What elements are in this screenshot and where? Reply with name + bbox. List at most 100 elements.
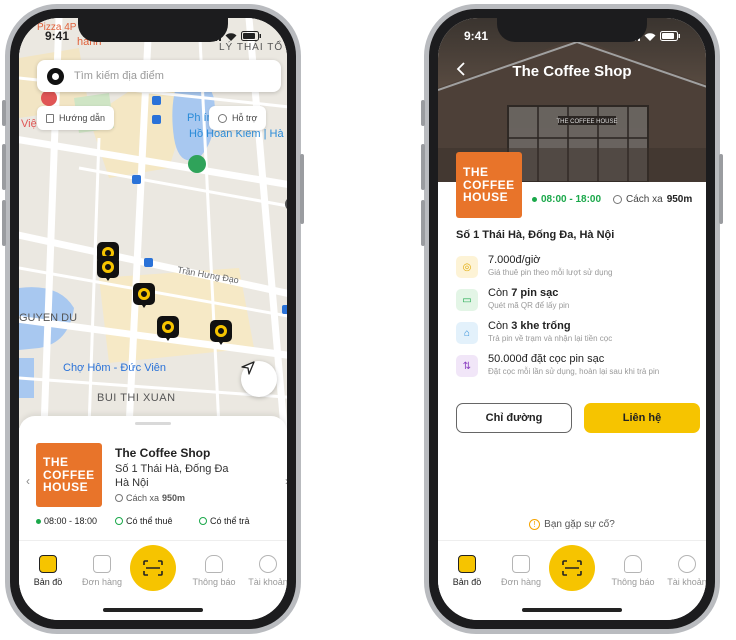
home-indicator <box>103 608 203 612</box>
scan-icon <box>562 560 582 576</box>
tab-account-label: Tài khoản <box>667 577 706 587</box>
contact-button[interactable]: Liên hệ <box>584 403 700 433</box>
map-icon <box>458 555 476 573</box>
chevron-right-icon[interactable]: › <box>285 474 287 488</box>
mute-switch <box>2 100 6 126</box>
guide-chip-label: Hướng dẫn <box>59 113 105 123</box>
map-label-viet: Việ <box>21 118 37 130</box>
station-pin[interactable] <box>97 256 119 282</box>
support-chip[interactable]: Hỗ trợ <box>209 106 267 130</box>
notch <box>497 18 647 42</box>
hours-text: 08:00 - 18:00 <box>541 194 602 205</box>
store-logo: THE COFFEE HOUSE <box>456 152 522 218</box>
search-input[interactable]: Tìm kiếm địa điểm <box>74 70 164 82</box>
volume-up-button <box>2 144 6 190</box>
sheet-grabber[interactable] <box>135 422 171 425</box>
transfer-icon: ⇅ <box>456 355 478 377</box>
bell-icon <box>205 555 223 573</box>
info-price-title: 7.000đ/giờ <box>488 254 541 266</box>
scan-qr-button[interactable] <box>549 545 595 591</box>
station-name: The Coffee Shop <box>115 446 211 460</box>
chevron-left-icon[interactable]: ‹ <box>26 474 30 488</box>
power-button <box>300 154 304 224</box>
station-distance: Cách xa 950m <box>613 194 692 205</box>
station-pin[interactable] <box>210 320 232 346</box>
map-screen: 9:41 Pizza 4P hanh LÝ THÁI TỔ Việ Ph ím … <box>19 18 287 620</box>
tab-account[interactable]: Tài khoản <box>662 555 706 587</box>
tab-map[interactable]: Bản đồ <box>442 555 492 587</box>
tab-map[interactable]: Bản đồ <box>23 555 73 587</box>
scan-icon <box>143 560 163 576</box>
distance-prefix: Cách xa <box>626 194 663 205</box>
tab-bar: Bản đồ Đơn hàng Thông báo Tài khoản <box>438 540 706 620</box>
logo-line-1: THE <box>463 165 489 180</box>
report-problem-text: Bạn gặp sự cố? <box>544 519 615 530</box>
info-batteries-title: Còn 7 pin sạc <box>488 287 558 299</box>
book-icon <box>46 113 54 123</box>
distance-prefix: Cách xa <box>126 493 160 503</box>
info-slots-title: Còn 3 khe trống <box>488 320 571 332</box>
map-view[interactable]: Pizza 4P hanh LÝ THÁI TỔ Việ Ph ím - Hồ … <box>19 18 287 428</box>
logo-line-3: HOUSE <box>463 190 509 205</box>
battery-icon: ▭ <box>456 289 478 311</box>
map-label-bui-thi-xuan: BUI THI XUAN <box>97 392 176 404</box>
station-pin-selected[interactable] <box>157 316 179 342</box>
report-problem-link[interactable]: ! Bạn gặp sự cố? <box>438 519 706 530</box>
hours-text: 08:00 - 18:00 <box>44 516 98 526</box>
distance-value: 950m <box>666 194 693 205</box>
battery-status-icon <box>241 31 261 41</box>
compass-icon <box>115 494 123 502</box>
map-label-nguyen-du: GUYEN DU <box>19 312 78 324</box>
home-indicator <box>522 608 622 612</box>
tab-map-label: Bản đồ <box>452 577 482 587</box>
info-deposit: ⇅ 50.000đ đặt cọc pin sạc Đặt cọc mỗi lầ… <box>456 353 706 381</box>
app-logo-icon <box>47 67 64 85</box>
guide-chip[interactable]: Hướng dẫn <box>37 106 114 130</box>
tab-notifications[interactable]: Thông báo <box>608 555 658 587</box>
wifi-icon <box>225 32 237 41</box>
phone-detail-screen: 9:41 THE COFFEE HOUSE The Coffee Shop TH… <box>421 4 723 634</box>
check-circle-icon <box>115 517 123 525</box>
volume-up-button <box>421 144 425 190</box>
locate-me-button[interactable] <box>241 361 277 397</box>
orders-icon <box>512 555 530 573</box>
account-icon <box>259 555 277 573</box>
station-distance: Cách xa 950m <box>115 493 185 503</box>
page-title: The Coffee Shop <box>512 63 632 80</box>
tab-account[interactable]: Tài khoản <box>243 555 287 587</box>
tab-orders-label: Đơn hàng <box>501 577 541 587</box>
directions-button[interactable]: Chỉ đường <box>456 403 572 433</box>
info-deposit-sub: Đặt cọc mỗi lần sử dụng, hoàn lại sau kh… <box>488 367 660 376</box>
mute-switch <box>421 100 425 126</box>
return-status: Có thể trả <box>199 516 250 526</box>
rent-text: Có thể thuê <box>126 516 173 526</box>
navigation-arrow-icon <box>241 361 255 375</box>
info-price: ◎ 7.000đ/giờ Giá thuê pin theo mỗi lượt … <box>456 254 706 282</box>
info-slots-pre: Còn <box>488 320 512 332</box>
tab-map-label: Bản đồ <box>33 577 63 587</box>
tab-bar: Bản đồ Đơn hàng Thông báo Tài khoản <box>19 540 287 620</box>
tab-account-label: Tài khoản <box>248 577 287 587</box>
tab-orders[interactable]: Đơn hàng <box>496 555 546 587</box>
wifi-icon <box>644 32 656 41</box>
info-slots-count: 3 khe trống <box>511 320 571 332</box>
detail-screen: 9:41 THE COFFEE HOUSE The Coffee Shop TH… <box>438 18 706 620</box>
search-bar[interactable]: Tìm kiếm địa điểm <box>37 60 281 92</box>
info-price-sub: Giá thuê pin theo mỗi lượt sử dụng <box>488 268 613 277</box>
tab-notifications[interactable]: Thông báo <box>189 555 239 587</box>
hours: 08:00 - 18:00 <box>532 194 601 205</box>
orders-icon <box>93 555 111 573</box>
info-deposit-title: 50.000đ đặt cọc pin sạc <box>488 353 605 365</box>
open-dot-icon <box>532 197 537 202</box>
support-chip-label: Hỗ trợ <box>232 113 258 123</box>
station-card[interactable]: THE COFFEE HOUSE The Coffee Shop Số 1 Th… <box>19 416 287 546</box>
scan-qr-button[interactable] <box>130 545 176 591</box>
power-button <box>719 154 723 224</box>
logo-line-3: HOUSE <box>43 480 89 495</box>
slot-icon: ⌂ <box>456 322 478 344</box>
account-icon <box>678 555 696 573</box>
station-pin[interactable] <box>133 283 155 309</box>
tab-orders[interactable]: Đơn hàng <box>77 555 127 587</box>
volume-down-button <box>2 200 6 246</box>
tab-notifications-label: Thông báo <box>611 577 655 587</box>
